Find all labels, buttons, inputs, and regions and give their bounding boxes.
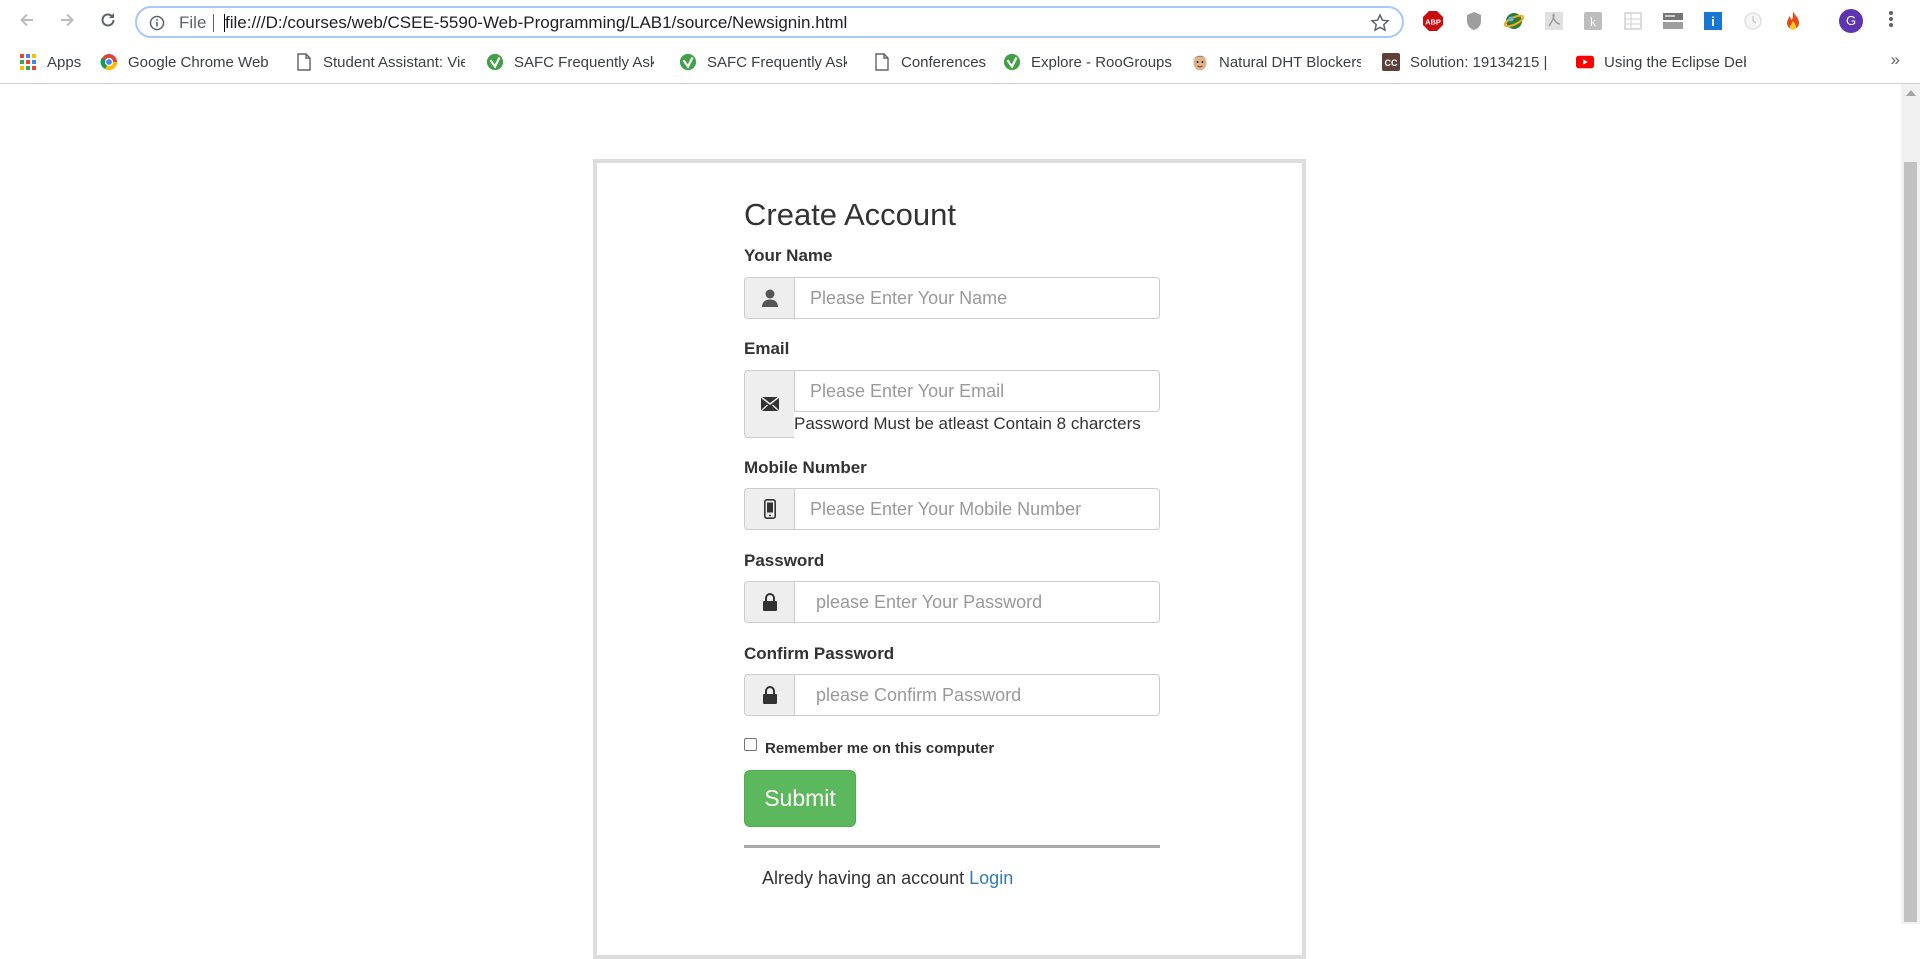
login-prompt-text: Alredy having an account <box>762 868 965 888</box>
bookmark-apps[interactable]: Apps <box>19 50 81 74</box>
bookmark-chrome-web[interactable]: Google Chrome Web <box>100 50 268 74</box>
bookmark-solution[interactable]: CC Solution: 19134215 | <box>1382 50 1552 74</box>
mobile-input[interactable] <box>794 488 1160 530</box>
svg-text:ABP: ABP <box>1425 18 1441 27</box>
profile-initial: G <box>1845 13 1857 28</box>
bookmark-student-assistant[interactable]: Student Assistant: Vie <box>295 50 465 74</box>
bookmark-label: Natural DHT Blockers <box>1219 53 1361 71</box>
confirm-password-label: Confirm Password <box>744 644 895 663</box>
bookmark-dht-blockers[interactable]: Natural DHT Blockers <box>1191 50 1361 74</box>
bookmark-label: Apps <box>47 53 82 71</box>
name-label: Your Name <box>744 246 833 265</box>
bookmark-label: Explore - RooGroups <box>1031 53 1172 71</box>
address-bar[interactable]: File file:///D:/courses/web/CSEE-5590-We… <box>135 6 1404 38</box>
adblock-extension-icon[interactable]: ABP <box>1421 9 1445 33</box>
svg-text:CC: CC <box>1385 58 1398 68</box>
bookmark-label: Google Chrome Web <box>128 53 268 71</box>
kebab-menu-icon <box>1888 10 1894 33</box>
password-input[interactable] <box>794 581 1160 623</box>
login-prompt: Alredy having an account Login <box>762 868 1013 889</box>
remember-me-checkbox[interactable] <box>744 738 757 751</box>
lock-icon <box>744 581 794 623</box>
form-divider <box>744 845 1160 848</box>
apps-grid-icon <box>19 53 37 71</box>
clock-extension-icon[interactable] <box>1741 9 1765 33</box>
password-label: Password <box>744 551 825 570</box>
confirm-password-input-group <box>744 674 1160 716</box>
scroll-up-arrow-icon[interactable] <box>1906 90 1916 96</box>
globe-extension-icon[interactable] <box>1502 9 1526 33</box>
site-info-icon[interactable] <box>149 15 165 36</box>
face-icon <box>1191 53 1209 71</box>
bookmark-label: Using the Eclipse Deb <box>1604 53 1746 71</box>
back-arrow-icon <box>18 11 36 34</box>
user-icon <box>744 277 794 319</box>
email-hint-text: Password Must be atleast Contain 8 charc… <box>794 414 1141 433</box>
bookmark-label: SAFC Frequently Aske <box>514 53 654 71</box>
page-icon <box>873 53 891 71</box>
envelope-icon <box>744 370 794 438</box>
vertical-scrollbar[interactable] <box>1901 84 1920 924</box>
remember-me-row: Remember me on this computer <box>744 738 994 757</box>
email-label: Email <box>744 339 790 358</box>
mobile-input-group <box>744 488 1160 530</box>
shield-extension-icon[interactable] <box>1462 9 1486 33</box>
scrollbar-thumb[interactable] <box>1904 162 1917 922</box>
reload-button[interactable] <box>94 8 122 36</box>
info-extension-icon[interactable]: i <box>1701 9 1725 33</box>
cc-icon: CC <box>1382 53 1400 71</box>
browser-toolbar: File file:///D:/courses/web/CSEE-5590-We… <box>0 0 1920 84</box>
mobile-label: Mobile Number <box>744 458 867 477</box>
back-button[interactable] <box>13 8 41 36</box>
grid-extension-icon[interactable] <box>1621 9 1645 33</box>
bookmark-label: Student Assistant: Vie <box>323 53 465 71</box>
page-title: Create Account <box>744 197 956 232</box>
svg-text:k: k <box>1590 14 1597 29</box>
bookmark-eclipse-debug[interactable]: Using the Eclipse Deb <box>1576 50 1746 74</box>
safc-check-icon <box>679 53 697 71</box>
email-input[interactable] <box>794 370 1160 412</box>
password-input-group <box>744 581 1160 623</box>
bookmark-roogroups[interactable]: Explore - RooGroups <box>1003 50 1172 74</box>
profile-avatar[interactable]: G <box>1839 9 1863 33</box>
bookmark-label: Solution: 19134215 | <box>1410 53 1548 71</box>
svg-text:i: i <box>1711 14 1715 29</box>
confirm-password-input[interactable] <box>794 674 1160 716</box>
chrome-icon <box>100 53 118 71</box>
name-input-group <box>744 277 1160 319</box>
bookmark-safc-1[interactable]: SAFC Frequently Aske <box>486 50 654 74</box>
chrome-menu-button[interactable] <box>1879 9 1903 33</box>
page-icon <box>295 53 313 71</box>
bookmarks-bar: Apps Google Chrome Web Student Assistant… <box>0 48 1920 76</box>
url-text[interactable]: file:///D:/courses/web/CSEE-5590-Web-Pro… <box>223 13 847 33</box>
bookmark-label: Conferences <box>901 53 987 71</box>
safc-check-icon <box>486 53 504 71</box>
forward-button[interactable] <box>53 8 81 36</box>
fire-extension-icon[interactable] <box>1781 9 1805 33</box>
bookmark-label: SAFC Frequently Aske <box>707 53 847 71</box>
lock-icon <box>744 674 794 716</box>
name-input[interactable] <box>794 277 1160 319</box>
remember-me-label[interactable]: Remember me on this computer <box>765 740 994 757</box>
pdf-extension-icon[interactable] <box>1542 9 1566 33</box>
safc-check-icon <box>1003 53 1021 71</box>
bookmark-safc-2[interactable]: SAFC Frequently Aske <box>679 50 847 74</box>
server-extension-icon[interactable] <box>1661 9 1685 33</box>
forward-arrow-icon <box>58 11 76 34</box>
login-link[interactable]: Login <box>969 868 1013 888</box>
bookmark-conferences[interactable]: Conferences <box>873 50 986 74</box>
submit-button[interactable]: Submit <box>744 770 856 827</box>
phone-icon <box>744 488 794 530</box>
more-bookmarks-chevron-icon[interactable]: » <box>1891 50 1900 70</box>
reload-icon <box>99 11 117 34</box>
k-extension-icon[interactable]: k <box>1581 9 1605 33</box>
youtube-icon <box>1576 53 1594 71</box>
file-scheme-label: File <box>179 13 207 32</box>
omnibox-separator <box>213 14 214 32</box>
bookmark-star-icon[interactable] <box>1370 13 1390 38</box>
